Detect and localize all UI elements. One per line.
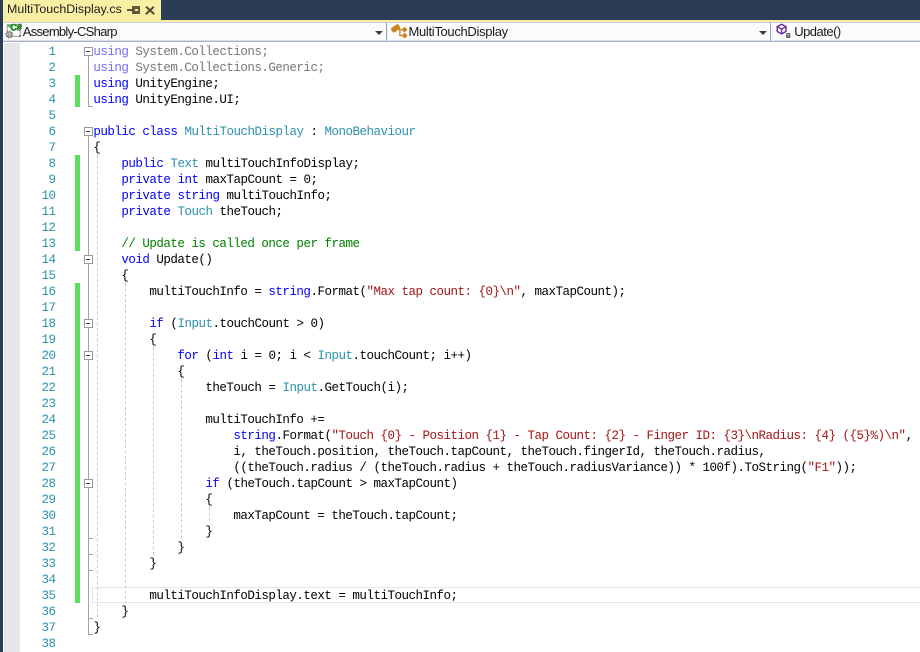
svg-text:C#: C# bbox=[10, 23, 22, 33]
